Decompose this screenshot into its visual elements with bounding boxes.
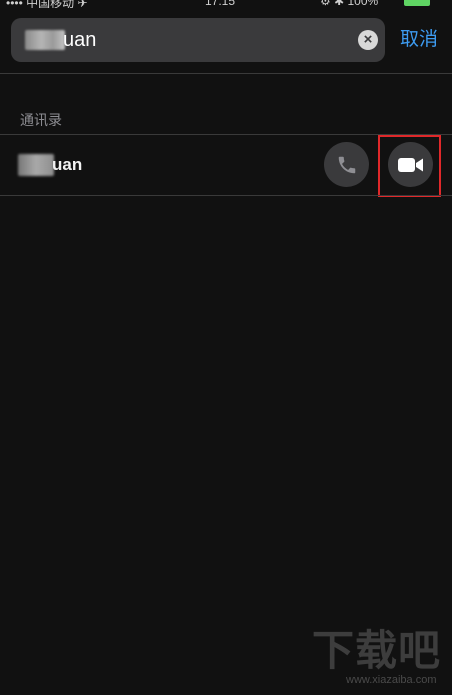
watermark: 下载吧 www.xiazaiba.com	[312, 628, 446, 690]
phone-icon	[338, 156, 355, 173]
contact-row[interactable]: uan	[0, 135, 452, 197]
section-header-contacts: 通讯录	[20, 112, 62, 128]
watermark-url: www.xiazaiba.com	[346, 674, 437, 686]
clear-icon[interactable]: ×	[358, 30, 378, 50]
divider	[0, 195, 452, 196]
watermark-logo: 下载吧	[312, 626, 442, 675]
search-bar: uan × 取消	[0, 10, 452, 72]
audio-call-button[interactable]	[324, 142, 369, 187]
status-time: 17:15	[205, 0, 236, 8]
search-input[interactable]: uan ×	[11, 18, 385, 62]
carrier-label: •••• 中国移动 ✈	[6, 0, 88, 8]
redacted-name-blur	[18, 154, 54, 176]
cancel-button[interactable]: 取消	[400, 28, 438, 52]
status-bar: •••• 中国移动 ✈ 17:15 ⚙ ✱ 100%	[0, 0, 452, 8]
video-call-button[interactable]	[388, 142, 433, 187]
video-camera-icon	[397, 157, 423, 172]
search-query-text: uan	[63, 29, 97, 51]
battery-icon	[404, 0, 430, 6]
redacted-text-blur	[25, 30, 65, 50]
contact-name: uan	[52, 155, 83, 174]
divider	[0, 73, 452, 74]
status-indicators: ⚙ ✱ 100%	[320, 0, 379, 8]
